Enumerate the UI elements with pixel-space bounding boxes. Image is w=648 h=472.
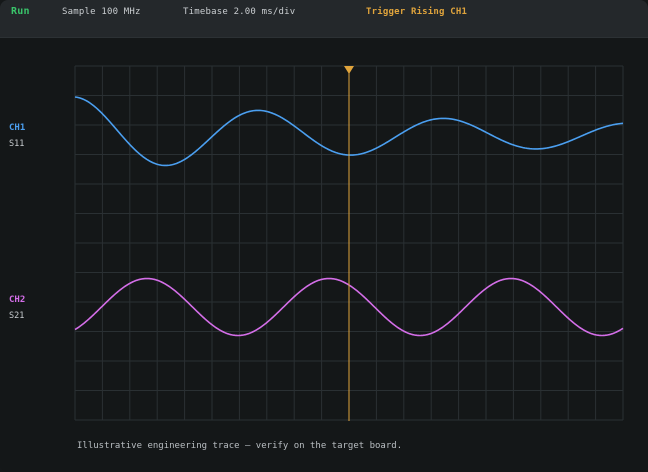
scope-display[interactable] [0, 0, 648, 472]
oscilloscope-window: Run Sample 100 MHz Timebase 2.00 ms/div … [0, 0, 648, 472]
footnote-text: Illustrative engineering trace — verify … [77, 441, 403, 451]
triangle-down-icon[interactable] [344, 66, 354, 74]
